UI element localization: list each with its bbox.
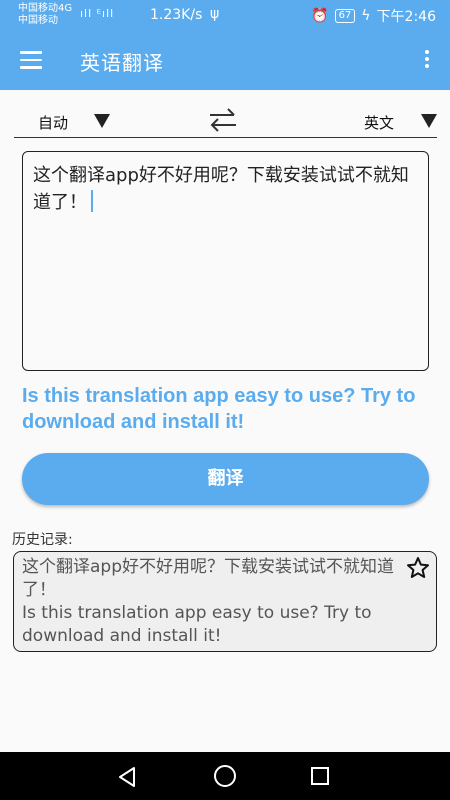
language-selector-bar: 自动 英文 <box>14 104 437 138</box>
recent-apps-icon[interactable] <box>311 767 329 785</box>
carrier-secondary: 中国移动 <box>18 15 58 26</box>
system-nav-bar <box>0 752 450 800</box>
carrier-primary: 中国移动4G <box>18 3 73 14</box>
menu-icon[interactable] <box>20 51 42 69</box>
battery-icon: 67 <box>334 9 356 23</box>
status-right: ⏰ 67 ϟ 下午2:46 <box>311 6 436 26</box>
clock: 下午2:46 <box>376 9 436 25</box>
swap-languages-icon[interactable] <box>206 106 240 134</box>
app-bar: 英语翻译 <box>0 32 450 90</box>
translate-button[interactable]: 翻译 <box>22 453 429 505</box>
star-icon[interactable] <box>406 556 430 580</box>
usb-icon: ψ <box>210 6 220 22</box>
app-title: 英语翻译 <box>80 51 164 75</box>
carrier-info: 中国移动4G 中国移动 <box>18 3 72 27</box>
alarm-icon: ⏰ <box>311 8 329 24</box>
target-language-select[interactable]: 英文 <box>364 112 394 133</box>
source-language-select[interactable]: 自动 <box>38 112 68 133</box>
target-dropdown-icon[interactable] <box>421 114 437 128</box>
charging-icon: ϟ <box>361 8 371 24</box>
text-cursor <box>91 190 93 212</box>
history-source-text: 这个翻译app好不好用呢？下载安装试试不就知道了！ <box>22 557 394 600</box>
signal-icon: ıll ᴱıll <box>80 7 115 20</box>
history-item[interactable]: 这个翻译app好不好用呢？下载安装试试不就知道了！ Is this transl… <box>13 551 437 652</box>
source-text-value: 这个翻译app好不好用呢？下载安装试试不就知道了！ <box>33 165 409 213</box>
history-target-text: Is this translation app easy to use? Try… <box>22 603 372 646</box>
source-text-input[interactable]: 这个翻译app好不好用呢？下载安装试试不就知道了！ <box>22 151 429 371</box>
history-label: 历史记录: <box>12 532 73 548</box>
source-dropdown-icon[interactable] <box>94 114 110 128</box>
network-speed: 1.23K/s <box>150 7 203 23</box>
home-icon[interactable] <box>214 765 236 787</box>
more-options-icon[interactable] <box>424 50 430 70</box>
status-bar: 中国移动4G 中国移动 ıll ᴱıll 1.23K/s ψ ⏰ 67 ϟ 下午… <box>0 0 450 32</box>
translation-result: Is this translation app easy to use? Try… <box>22 385 416 433</box>
back-icon[interactable] <box>117 766 137 788</box>
